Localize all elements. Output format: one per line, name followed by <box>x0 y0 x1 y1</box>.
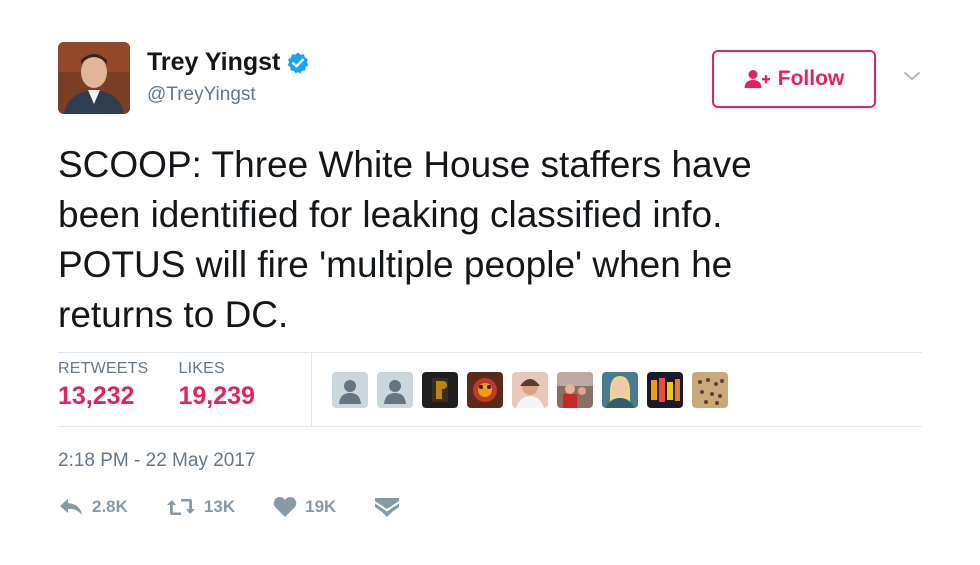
stats-bar: RETWEETS 13,232 LIKES 19,239 <box>58 360 285 411</box>
like-button[interactable]: 19K <box>273 496 336 518</box>
direct-message-icon <box>374 496 400 518</box>
likes-stat[interactable]: LIKES 19,239 <box>179 360 255 411</box>
liker-avatar[interactable] <box>377 372 413 408</box>
author-name[interactable]: Trey Yingst <box>147 48 280 77</box>
liker-avatar[interactable] <box>512 372 548 408</box>
liker-avatar[interactable] <box>422 372 458 408</box>
direct-message-button[interactable] <box>374 496 400 518</box>
retweet-icon <box>166 497 196 517</box>
retweets-label: RETWEETS <box>58 360 149 377</box>
liker-avatar[interactable] <box>647 372 683 408</box>
chevron-down-icon[interactable] <box>902 68 922 84</box>
tweet-card: Trey Yingst @TreyYingst Follow SCOOP: Th… <box>0 0 980 565</box>
liker-avatar[interactable] <box>602 372 638 408</box>
heart-icon <box>273 496 297 518</box>
liker-avatar[interactable] <box>557 372 593 408</box>
tweet-text-line: SCOOP: Three White House staffers have <box>58 144 752 185</box>
likers-avatars <box>332 372 728 408</box>
reply-button[interactable]: 2.8K <box>58 497 128 517</box>
reply-icon <box>58 497 84 517</box>
liker-avatar[interactable] <box>467 372 503 408</box>
author-handle[interactable]: @TreyYingst <box>147 84 256 106</box>
tweet-text: SCOOP: Three White House staffers have b… <box>58 140 878 340</box>
liker-avatar[interactable] <box>332 372 368 408</box>
likes-label: LIKES <box>178 360 225 377</box>
stats-bottom-divider <box>58 426 922 427</box>
follow-button-label: Follow <box>777 67 845 90</box>
add-user-icon <box>744 69 770 89</box>
author-name-row: Trey Yingst <box>147 48 310 77</box>
stats-top-divider <box>58 352 922 353</box>
tweet-timestamp[interactable]: 2:18 PM - 22 May 2017 <box>58 450 256 472</box>
reply-count: 2.8K <box>92 497 128 516</box>
tweet-text-line: returns to DC. <box>58 294 289 335</box>
retweet-count: 13K <box>203 497 236 516</box>
liker-avatar[interactable] <box>692 372 728 408</box>
avatar[interactable] <box>58 42 130 114</box>
verified-badge-icon <box>286 51 310 75</box>
retweets-count: 13,232 <box>58 382 135 410</box>
action-bar: 2.8K 13K 19K <box>58 496 438 518</box>
like-count: 19K <box>305 497 337 516</box>
likes-count: 19,239 <box>178 382 255 410</box>
stats-vertical-divider <box>311 352 312 426</box>
tweet-text-line: been identified for leaking classified i… <box>58 194 723 235</box>
follow-button[interactable]: Follow <box>712 50 876 108</box>
retweet-button[interactable]: 13K <box>166 497 235 517</box>
tweet-text-line: POTUS will fire 'multiple people' when h… <box>58 244 733 285</box>
retweets-stat[interactable]: RETWEETS 13,232 <box>58 360 149 411</box>
